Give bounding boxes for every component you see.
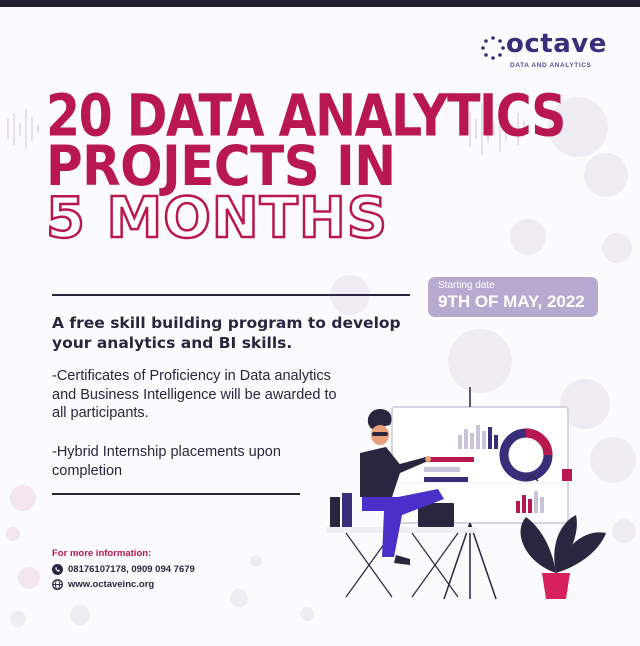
decor-bubble: [10, 611, 26, 627]
decor-bubble: [10, 485, 36, 511]
start-date-label: Starting date: [438, 280, 495, 291]
decor-bubble: [6, 527, 20, 541]
contact-phone-text[interactable]: 08176107178, 0909 094 7679: [68, 564, 195, 575]
start-date-badge: Starting date 9TH OF MAY, 2022: [428, 277, 598, 317]
decor-bubble: [602, 233, 632, 263]
divider-bottom: [52, 493, 300, 495]
program-summary: A free skill building program to develop…: [52, 314, 401, 352]
decor-bubble: [300, 607, 314, 621]
contact-heading: For more information:: [52, 548, 152, 559]
start-date-value: 9TH OF MAY, 2022: [438, 292, 585, 311]
decor-bubble: [230, 589, 248, 607]
brand-tagline: DATA AND ANALYTICS: [510, 62, 592, 69]
presenter-illustration: [326, 387, 606, 600]
decor-bubble: [70, 605, 90, 625]
decor-bubble: [250, 555, 262, 567]
decor-bubble: [510, 219, 546, 255]
headline-line-3: 5 MONTHS: [45, 186, 389, 251]
benefit-internship: -Hybrid Internship placements upon compl…: [52, 444, 281, 479]
benefit-certificates: -Certificates of Proficiency in Data ana…: [52, 368, 337, 421]
octave-dot-ring-icon: [481, 36, 505, 60]
decor-bubble: [18, 567, 40, 589]
brand-logo: octave DATA AND ANALYTICS: [480, 29, 610, 75]
top-border: [0, 0, 640, 7]
globe-icon: [52, 578, 63, 590]
brand-name: octave: [506, 29, 607, 59]
divider-top: [52, 294, 410, 296]
phone-icon: [52, 563, 63, 575]
poster: octave DATA AND ANALYTICS 20 DATA ANALYT…: [0, 7, 640, 646]
contact-website: www.octaveinc.org: [52, 577, 154, 591]
contact-phone: 08176107178, 0909 094 7679: [52, 562, 195, 576]
contact-website-link[interactable]: www.octaveinc.org: [68, 579, 154, 590]
